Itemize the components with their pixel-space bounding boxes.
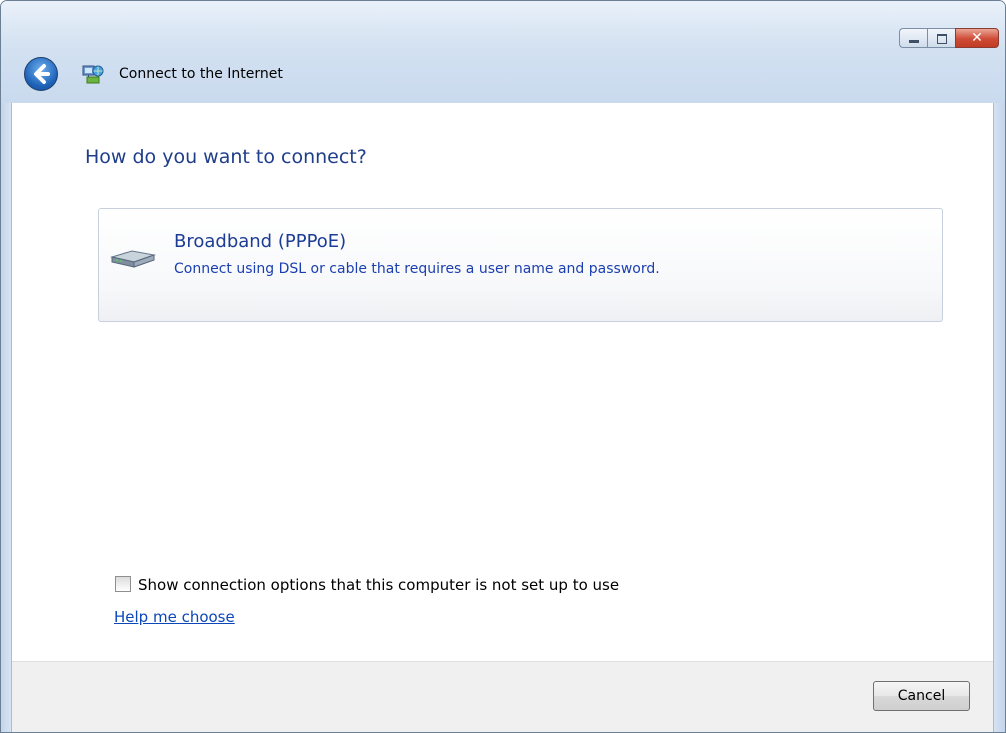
option-description: Connect using DSL or cable that requires… [174,261,660,277]
window-chrome: ✕ Connect to the Internet [1,1,1005,103]
minimize-button[interactable] [899,28,927,48]
wizard-footer: Cancel [12,661,993,732]
close-button[interactable]: ✕ [955,28,999,48]
broadband-option[interactable]: Broadband (PPPoE) Connect using DSL or c… [98,208,943,322]
minimize-icon [909,40,919,43]
maximize-icon [937,34,947,44]
cancel-button[interactable]: Cancel [873,681,970,711]
wizard-window: ✕ Connect to the Internet How do you wan… [0,0,1006,733]
wizard-title: Connect to the Internet [119,66,283,82]
maximize-button[interactable] [927,28,955,48]
help-me-choose-link[interactable]: Help me choose [114,608,235,626]
window-frame-left [1,103,11,732]
broadband-modem-icon [110,250,156,268]
network-connection-icon [82,65,104,84]
show-options-label[interactable]: Show connection options that this comput… [138,576,619,594]
page-heading: How do you want to connect? [85,146,367,168]
close-icon: ✕ [971,30,983,46]
back-arrow-icon [34,64,50,84]
window-controls: ✕ [899,28,999,48]
back-button[interactable] [24,57,58,91]
show-options-checkbox[interactable] [115,576,131,592]
option-title: Broadband (PPPoE) [174,231,347,252]
wizard-content: How do you want to connect? Broadband (P… [11,103,994,732]
